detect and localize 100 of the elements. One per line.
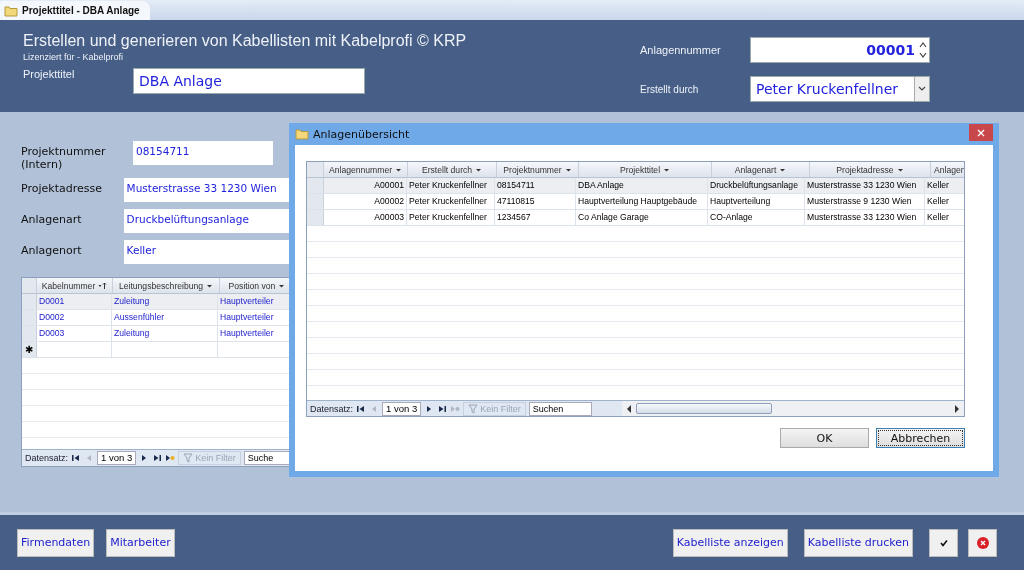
dialog-button[interactable]: OK	[780, 428, 869, 448]
text-field[interactable]: 08154711	[133, 141, 273, 165]
app-title: Erstellen und generieren von Kabellisten mit Kabelprofi © KRP	[23, 32, 468, 50]
table-cell: Keller	[925, 210, 964, 225]
combo-box[interactable]: Peter Kruckenfellner	[750, 76, 930, 102]
column-title: Kabelnummer	[41, 280, 96, 291]
table-cell: D0002	[37, 310, 112, 325]
row-selector[interactable]: ✱	[22, 342, 37, 357]
table-row[interactable]: A00001 Peter Kruckenfellner 08154711 DBA Anlage Druckbelüftungsanlage Musterstrasse 33 1230 Wien Keller	[307, 178, 964, 194]
table-cell: A00001	[324, 178, 407, 193]
scrollbar-thumb[interactable]	[636, 403, 772, 414]
caret-icon	[475, 166, 483, 173]
table-cell: Keller	[925, 194, 964, 209]
row-selector[interactable]	[22, 326, 37, 341]
column-title: Anlagennummer	[328, 164, 393, 175]
table-cell: Peter Kruckenfellner	[407, 178, 495, 193]
field-label: Projektnummer (Intern)	[21, 144, 107, 171]
select-all-corner[interactable]	[22, 278, 37, 293]
filter-icon	[183, 453, 194, 463]
first-record-icon[interactable]	[356, 404, 367, 414]
column-title: Leitungsbeschreibung	[118, 280, 204, 291]
folder-icon	[4, 4, 18, 17]
column-title: Projekttitel	[619, 164, 661, 175]
dialog-title: Anlagenübersicht	[313, 127, 410, 141]
table-cell: Peter Kruckenfellner	[407, 210, 495, 225]
text-field[interactable]: Musterstrasse 33 1230 Wien	[123, 178, 289, 202]
project-title-field[interactable]: DBA Anlage	[133, 68, 365, 94]
column-header[interactable]: Projektnummer	[497, 162, 579, 177]
document-tab[interactable]: Projekttitel - DBA Anlage	[0, 1, 150, 20]
column-header[interactable]: Anlagenart	[712, 162, 810, 177]
table-cell: Musterstrasse 9 1230 Wien	[805, 194, 925, 209]
field-label: Anlagenart	[21, 212, 83, 226]
footer-button[interactable]: Firmendaten	[17, 528, 95, 557]
table-row[interactable]: A00002 Peter Kruckenfellner 47110815 Hauptverteilung Hauptgebäude Hauptverteilung Musterstrasse 9 1230 Wien Keller	[307, 194, 964, 210]
table-cell: Peter Kruckenfellner	[407, 194, 495, 209]
column-title: Position von	[228, 280, 276, 291]
caret-icon	[206, 282, 214, 289]
table-cell: Hauptverteilung Hauptgebäude	[576, 194, 708, 209]
table-cell: Keller	[925, 178, 964, 193]
column-title: Erstellt durch	[421, 164, 473, 175]
dialog-button[interactable]: Abbrechen	[876, 428, 965, 448]
column-header[interactable]: Projektadresse	[810, 162, 931, 177]
record-position[interactable]: 1 von 3	[382, 402, 422, 416]
row-selector[interactable]	[22, 310, 37, 325]
record-position[interactable]: 1 von 3	[97, 451, 137, 465]
caret-icon	[278, 282, 286, 289]
caret-icon	[663, 166, 671, 173]
row-selector[interactable]	[22, 294, 37, 309]
spinner-arrows-icon[interactable]	[919, 40, 927, 60]
field-label: Projekttitel	[23, 68, 76, 80]
select-all-corner[interactable]	[307, 162, 324, 177]
last-record-icon[interactable]	[437, 404, 448, 414]
table-row[interactable]: D0001 Zuleitung Hauptverteiler	[22, 294, 289, 310]
scroll-right-icon[interactable]	[954, 404, 960, 413]
footer-button[interactable]: Kabelliste drucken	[803, 528, 913, 557]
row-selector[interactable]	[307, 210, 324, 225]
table-cell: Musterstrasse 33 1230 Wien	[805, 210, 925, 225]
column-header[interactable]: Anlagennummer	[324, 162, 408, 177]
cancel-button[interactable]	[968, 528, 997, 557]
column-header[interactable]: Kabelnummer	[37, 278, 113, 293]
record-label: Datensatz:	[25, 453, 69, 463]
column-title: Anlagenart	[734, 164, 777, 175]
column-header[interactable]: Leitungsbeschreibung	[113, 278, 220, 293]
search-field[interactable]: Suchen	[528, 402, 592, 416]
field-label: Anlagenort	[21, 243, 83, 257]
horizontal-scrollbar[interactable]	[622, 400, 964, 416]
first-record-icon[interactable]	[71, 453, 82, 463]
field-label: Anlagennummer	[640, 44, 722, 56]
row-selector[interactable]	[307, 178, 324, 193]
close-icon	[977, 128, 985, 137]
column-header[interactable]: Erstellt durch	[408, 162, 497, 177]
filter-icon	[468, 404, 479, 414]
field-label: Erstellt durch	[640, 83, 700, 95]
table-cell: D0001	[37, 294, 112, 309]
number-spinner[interactable]: 00001	[750, 37, 930, 63]
row-selector[interactable]	[307, 194, 324, 209]
search-field[interactable]: Suche	[243, 451, 289, 465]
text-field[interactable]: Keller	[123, 240, 289, 264]
new-row-marker: ✱	[25, 344, 33, 355]
last-record-icon[interactable]	[152, 453, 163, 463]
table-cell: Hauptverteilung	[708, 194, 805, 209]
scroll-left-icon[interactable]	[626, 404, 632, 413]
record-label: Datensatz:	[310, 404, 354, 414]
column-title: Projektadresse	[836, 164, 894, 175]
close-icon	[976, 536, 989, 549]
table-cell: CO-Anlage	[708, 210, 805, 225]
caret-icon	[779, 166, 787, 173]
license-text: Lizenziert für - Kabelprofi	[23, 52, 125, 62]
caret-icon	[896, 166, 904, 173]
footer-button[interactable]: Kabelliste anzeigen	[672, 528, 788, 557]
table-cell: DBA Anlage	[576, 178, 708, 193]
column-header[interactable]: Projekttitel	[579, 162, 712, 177]
footer-button[interactable]: Mitarbeiter	[106, 528, 175, 557]
table-cell: A00003	[324, 210, 407, 225]
table-cell: Zuleitung	[112, 326, 218, 341]
text-field[interactable]: Druckbelüftungsanlage	[123, 209, 289, 233]
confirm-button[interactable]	[929, 528, 958, 557]
table-cell: 47110815	[495, 194, 576, 209]
new-record-icon[interactable]	[165, 453, 176, 463]
close-button[interactable]	[969, 124, 993, 141]
